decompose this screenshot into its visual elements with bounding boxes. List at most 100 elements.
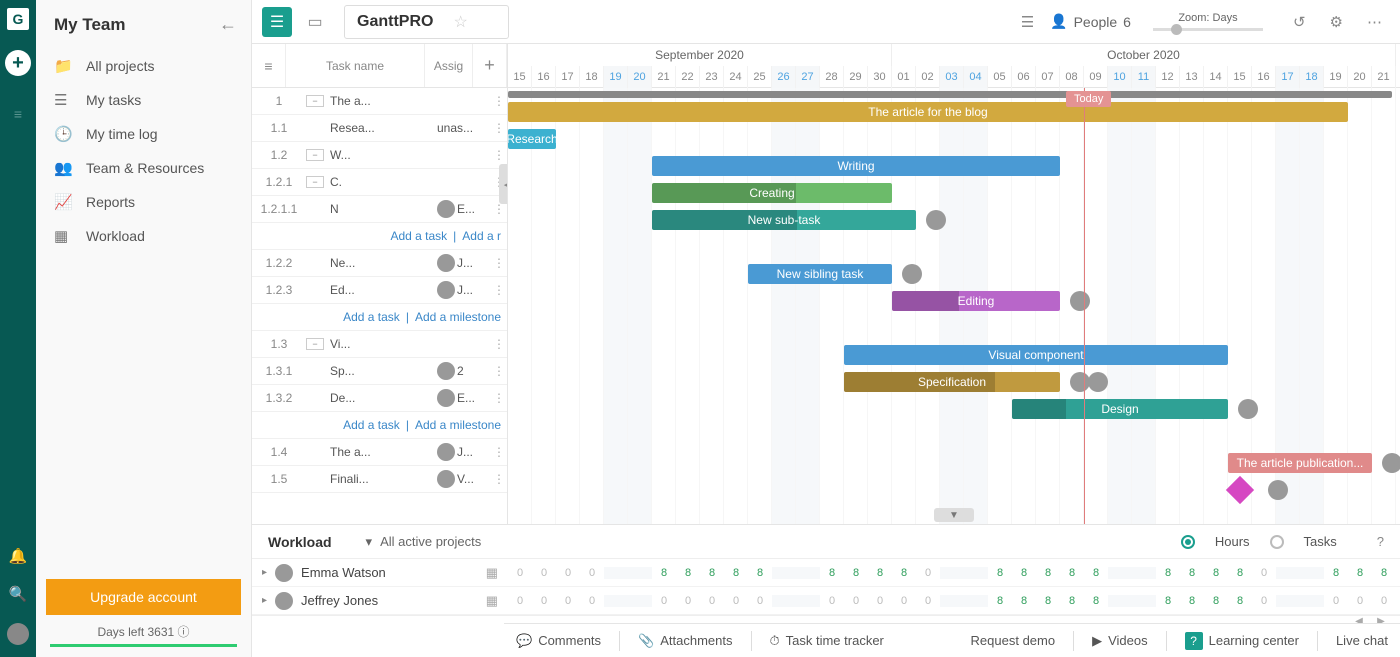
gantt-bar[interactable]: Research🔥 [508, 129, 556, 149]
zoom-control[interactable]: Zoom: Days [1153, 12, 1263, 31]
videos-link[interactable]: ▶ Videos [1092, 633, 1148, 649]
upgrade-button[interactable]: Upgrade account [46, 579, 241, 615]
history-icon[interactable]: ↺ [1285, 13, 1314, 31]
assignee-avatar[interactable] [1268, 480, 1288, 500]
radio-hours[interactable] [1181, 535, 1195, 549]
task-row[interactable]: 1.5 Finali... V... ⋮ [252, 466, 507, 493]
gantt-bar[interactable]: Creating [652, 183, 892, 203]
assignee-avatar[interactable] [902, 264, 922, 284]
assignee-avatar[interactable] [1382, 453, 1400, 473]
add-task-row[interactable]: Add a task | Add a milestone [252, 304, 507, 331]
sidebar-item-1[interactable]: ☰My tasks [36, 83, 251, 117]
task-row[interactable]: 1.3.2 De... E... ⋮ [252, 385, 507, 412]
sidebar-item-5[interactable]: ▦Workload [36, 219, 251, 253]
task-assignee[interactable]: J... [437, 443, 493, 461]
row-menu-icon[interactable]: ⋮ [493, 283, 507, 297]
settings-icon[interactable]: ⚙ [1322, 13, 1351, 31]
grid-settings-icon[interactable]: ≡ [252, 44, 286, 87]
assignee-avatar[interactable] [1088, 372, 1108, 392]
task-row[interactable]: 1.3.1 Sp... 2 ⋮ [252, 358, 507, 385]
collapse-sidebar-icon[interactable]: ← [219, 14, 237, 35]
add-column-button[interactable]: + [473, 44, 507, 87]
expand-grid-button[interactable]: ◀ [499, 164, 508, 204]
gantt-bar[interactable]: New sub-task [652, 210, 916, 230]
row-menu-icon[interactable]: ⋮ [493, 202, 507, 216]
sidebar-item-4[interactable]: 📈Reports [36, 185, 251, 219]
menu-icon[interactable]: ≡ [14, 106, 22, 122]
expand-person-icon[interactable]: ▸ [262, 567, 267, 578]
column-task-name[interactable]: Task name [286, 44, 425, 87]
row-menu-icon[interactable]: ⋮ [493, 445, 507, 459]
zoom-slider[interactable] [1153, 28, 1263, 31]
row-menu-icon[interactable]: ⋮ [493, 364, 507, 378]
gantt-bar[interactable]: The article publication... [1228, 453, 1372, 473]
time-tracker-tab[interactable]: ⏱ Task time tracker [770, 633, 884, 649]
people-button[interactable]: 👤 People 6 [1050, 13, 1131, 30]
chat-link[interactable]: Live chat [1336, 633, 1388, 648]
task-assignee[interactable]: J... [437, 254, 493, 272]
column-assignee[interactable]: Assig [425, 44, 473, 87]
row-menu-icon[interactable]: ⋮ [493, 148, 507, 162]
assignee-avatar[interactable] [926, 210, 946, 230]
row-menu-icon[interactable]: ⋮ [493, 256, 507, 270]
filter-icon[interactable]: ☰ [1013, 13, 1042, 31]
gantt-bar[interactable]: Writing [652, 156, 1060, 176]
assignee-avatar[interactable] [1070, 291, 1090, 311]
help-icon[interactable]: ? [1377, 534, 1384, 549]
gantt-bar[interactable]: Design [1012, 399, 1228, 419]
task-assignee[interactable]: J... [437, 281, 493, 299]
task-row[interactable]: 1.2 − W... ⋮ [252, 142, 507, 169]
learning-link[interactable]: ?Learning center [1185, 632, 1299, 650]
gantt-bar[interactable]: New sibling task [748, 264, 892, 284]
task-row[interactable]: 1 − The a... ⋮ [252, 88, 507, 115]
add-task-row[interactable]: Add a task | Add a r [252, 223, 507, 250]
board-view-button[interactable]: ▭ [300, 7, 330, 37]
collapse-icon[interactable]: − [306, 95, 324, 107]
row-menu-icon[interactable]: ⋮ [493, 337, 507, 351]
radio-tasks[interactable] [1270, 535, 1284, 549]
task-assignee[interactable]: V... [437, 470, 493, 488]
demo-link[interactable]: Request demo [971, 633, 1056, 648]
gantt-bar[interactable]: Visual component [844, 345, 1228, 365]
attachments-tab[interactable]: 📎 Attachments [638, 633, 732, 649]
user-avatar[interactable] [7, 623, 29, 645]
task-row[interactable]: 1.3 − Vi... ⋮ [252, 331, 507, 358]
task-row[interactable]: 1.1 Resea... unas... ⋮ [252, 115, 507, 142]
sidebar-item-3[interactable]: 👥Team & Resources [36, 151, 251, 185]
gantt-bar[interactable]: The article for the blog [508, 102, 1348, 122]
calendar-icon[interactable]: ▦ [486, 565, 498, 581]
more-icon[interactable]: ⋯ [1359, 13, 1390, 31]
collapse-icon[interactable]: − [306, 338, 324, 350]
task-row[interactable]: 1.4 The a... J... ⋮ [252, 439, 507, 466]
row-menu-icon[interactable]: ⋮ [493, 94, 507, 108]
search-icon[interactable]: 🔍 [9, 585, 28, 603]
milestone-icon[interactable] [1226, 476, 1254, 504]
sidebar-item-2[interactable]: 🕒My time log [36, 117, 251, 151]
row-menu-icon[interactable]: ⋮ [493, 472, 507, 486]
expand-gantt-button[interactable]: ▼ [934, 508, 974, 522]
workload-filter[interactable]: ▾ All active projects [366, 534, 482, 550]
row-menu-icon[interactable]: ⋮ [493, 391, 507, 405]
gantt-chart[interactable]: September 2020October 2020 1516171819202… [508, 44, 1400, 524]
calendar-icon[interactable]: ▦ [486, 593, 498, 609]
comments-tab[interactable]: 💬 Comments [516, 633, 601, 649]
task-assignee[interactable]: 2 [437, 362, 493, 380]
collapse-icon[interactable]: − [306, 176, 324, 188]
sidebar-item-0[interactable]: 📁All projects [36, 49, 251, 83]
assignee-avatar[interactable] [1070, 372, 1090, 392]
task-row[interactable]: 1.2.3 Ed... J... ⋮ [252, 277, 507, 304]
project-title-box[interactable]: GanttPRO ☆ [344, 5, 509, 39]
collapse-icon[interactable]: − [306, 149, 324, 161]
add-task-row[interactable]: Add a task | Add a milestone [252, 412, 507, 439]
task-row[interactable]: 1.2.1 − C. ⋮ [252, 169, 507, 196]
task-assignee[interactable]: unas... [437, 121, 493, 135]
add-button[interactable]: + [5, 50, 31, 76]
task-assignee[interactable]: E... [437, 200, 493, 218]
gantt-view-button[interactable]: ☰ [262, 7, 292, 37]
expand-person-icon[interactable]: ▸ [262, 595, 267, 606]
bell-icon[interactable]: 🔔 [9, 547, 28, 565]
assignee-avatar[interactable] [1238, 399, 1258, 419]
task-assignee[interactable]: E... [437, 389, 493, 407]
task-row[interactable]: 1.2.2 Ne... J... ⋮ [252, 250, 507, 277]
row-menu-icon[interactable]: ⋮ [493, 121, 507, 135]
